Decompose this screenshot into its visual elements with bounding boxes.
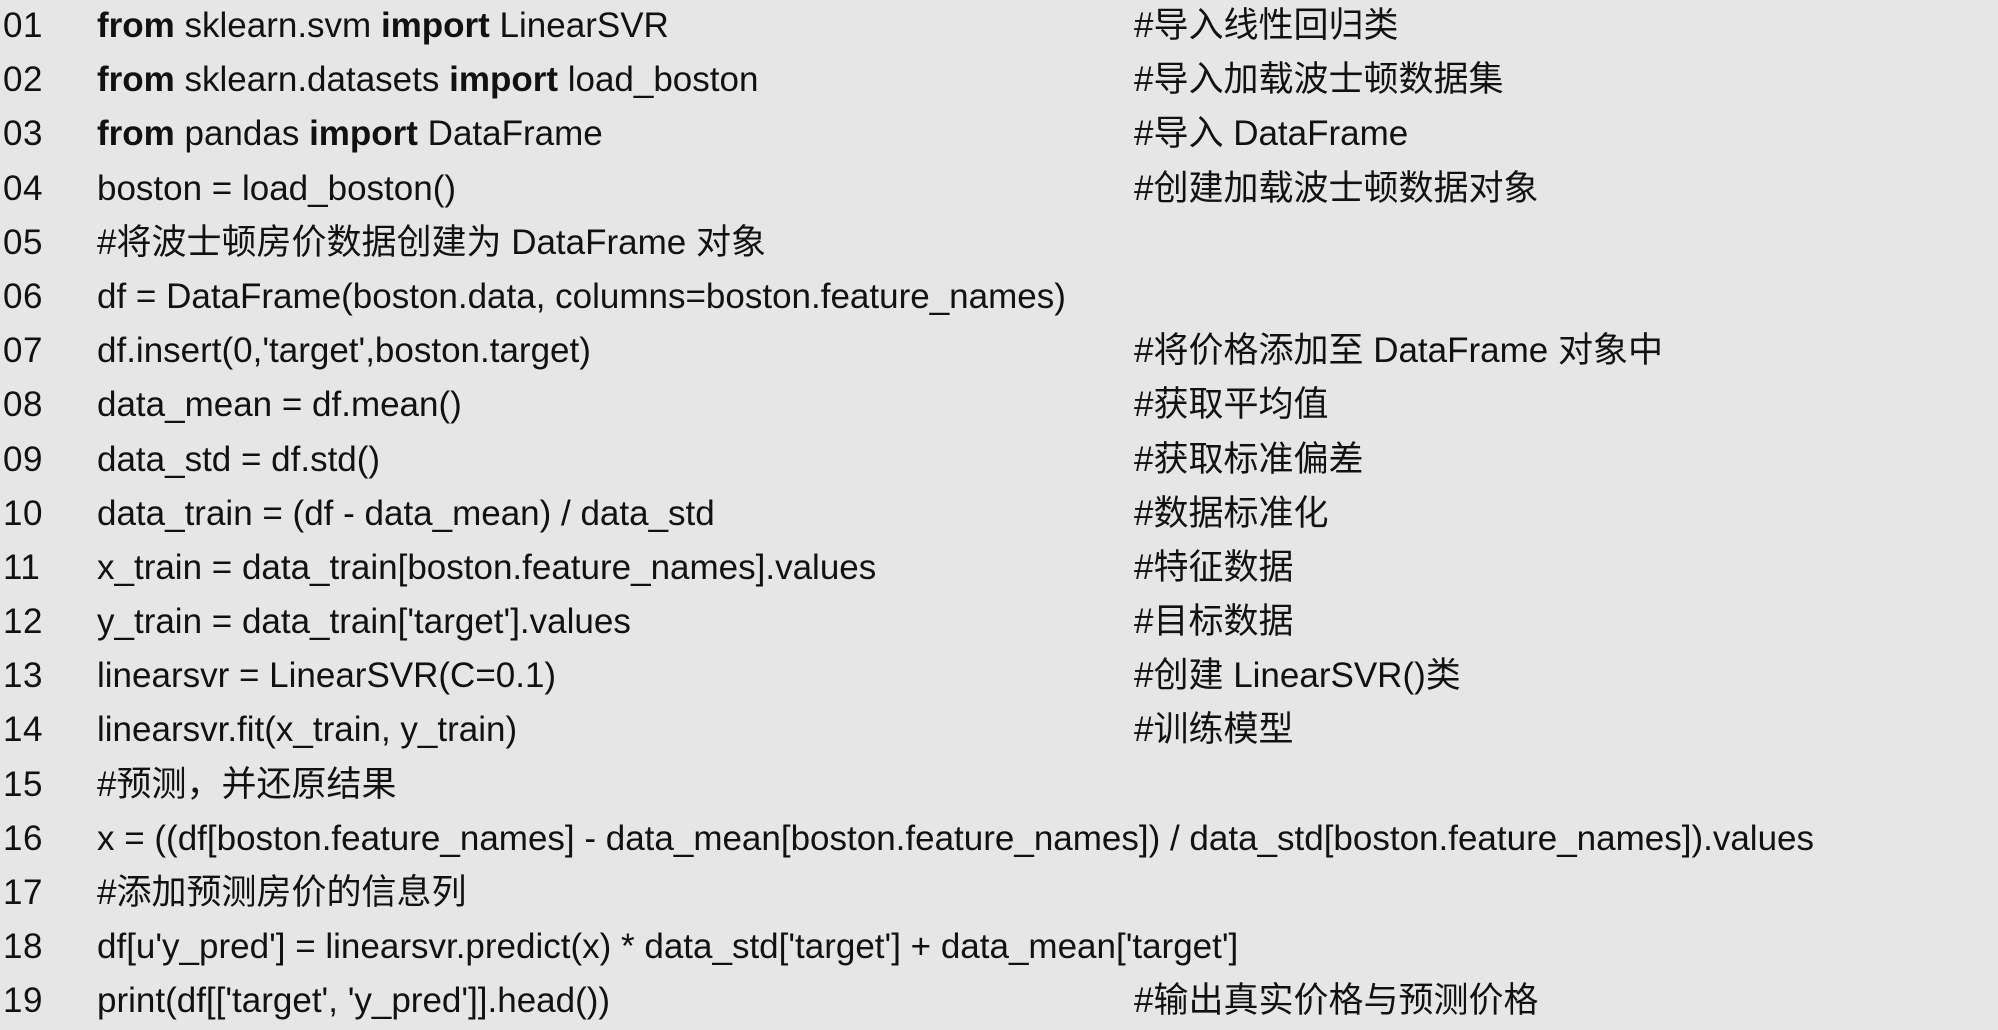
code-comment: #创建加载波士顿数据对象 [1134, 168, 1539, 208]
line-number: 04 [3, 168, 43, 208]
line-number: 09 [3, 439, 43, 479]
keyword: from [97, 6, 175, 45]
code-comment: #特征数据 [1134, 547, 1294, 587]
line-number: 12 [3, 602, 43, 642]
code-line: 17 #添加预测房价的信息列 [0, 867, 1998, 921]
line-number: 19 [3, 981, 43, 1021]
code-comment: #将价格添加至 DataFrame 对象中 [1134, 331, 1663, 371]
code-segment: DataFrame [417, 114, 603, 154]
code-line: 04 boston = load_boston() #创建加载波士顿数据对象 [0, 163, 1998, 217]
code-line: 07 df.insert(0,'target',boston.target) #将价… [0, 325, 1998, 379]
line-number: 03 [3, 114, 43, 154]
line-number: 17 [3, 873, 43, 912]
line-number: 07 [3, 331, 43, 371]
code-line: 13 linearsvr = LinearSVR(C=0.1) #创建 Linear… [0, 650, 1998, 704]
code-segment: data_std = df.std() [97, 439, 381, 479]
code-line: 09 data_std = df.std() #获取标准偏差 [0, 434, 1998, 488]
line-number: 18 [3, 927, 43, 967]
code-text: #将波士顿房价数据创建为 DataFrame 对象 [97, 223, 766, 263]
code-line: 03 from pandas import DataFrame #导入 DataFr… [0, 108, 1998, 162]
code-text: data_mean = df.mean() [97, 385, 462, 425]
code-segment: #将波士顿房价数据创建为 DataFrame 对象 [97, 222, 766, 262]
code-segment: linearsvr = LinearSVR(C=0.1) [97, 656, 557, 696]
code-comment: #数据标准化 [1134, 493, 1329, 533]
code-segment: pandas [174, 114, 310, 154]
keyword: from [97, 114, 175, 154]
line-number: 08 [3, 385, 43, 425]
line-number: 05 [3, 222, 43, 262]
code-line: 11 x_train = data_train[boston.feature_na… [0, 542, 1998, 596]
code-text: #预测，并还原结果 [97, 765, 396, 805]
code-segment: y_train = data_train['target'].values [97, 602, 631, 642]
code-line: 15 #预测，并还原结果 [0, 759, 1998, 813]
code-text: y_train = data_train['target'].values [97, 602, 631, 642]
keyword: from [97, 60, 175, 100]
line-number: 11 [3, 547, 41, 587]
line-number: 15 [3, 764, 43, 804]
code-line: 14 linearsvr.fit(x_train, y_train) #训练模型 [0, 704, 1998, 758]
line-number: 16 [3, 818, 43, 858]
code-segment: boston = load_boston() [97, 168, 457, 208]
code-comment: #创建 LinearSVR()类 [1134, 656, 1461, 696]
code-text: df = DataFrame(boston.data, columns=bost… [97, 277, 1066, 317]
code-text: x = ((df[boston.feature_names] - data_me… [97, 819, 1814, 859]
line-number: 13 [3, 656, 43, 696]
line-number: 02 [3, 60, 43, 100]
code-text: from pandas import DataFrame [97, 114, 603, 154]
code-comment: #导入 DataFrame [1134, 114, 1409, 154]
code-line: 16 x = ((df[boston.feature_names] - data_… [0, 813, 1998, 867]
code-text: linearsvr = LinearSVR(C=0.1) [97, 656, 556, 696]
code-segment: sklearn.datasets [174, 60, 450, 100]
code-text: data_train = (df - data_mean) / data_std [97, 494, 715, 534]
code-comment: #训练模型 [1134, 710, 1294, 750]
code-line: 10 data_train = (df - data_mean) / data_s… [0, 488, 1998, 542]
keyword: import [449, 60, 558, 100]
code-text: #添加预测房价的信息列 [97, 873, 466, 913]
code-text: x_train = data_train[boston.feature_name… [97, 548, 876, 588]
code-segment: #添加预测房价的信息列 [97, 873, 467, 912]
code-line: 06 df = DataFrame(boston.data, columns=bo… [0, 271, 1998, 325]
code-segment: sklearn.svm [174, 6, 381, 45]
code-line: 18 df[u'y_pred'] = linearsvr.predict(x) *… [0, 921, 1998, 975]
code-segment: df.insert(0,'target',boston.target) [97, 331, 591, 371]
code-comment: #导入线性回归类 [1134, 6, 1399, 45]
keyword: import [309, 114, 418, 154]
code-comment: #获取平均值 [1134, 385, 1329, 425]
code-line: 19 print(df[['target', 'y_pred']].head())… [0, 975, 1998, 1029]
code-segment: LinearSVR [489, 6, 669, 45]
code-line: 08 data_mean = df.mean() #获取平均值 [0, 379, 1998, 433]
code-text: from sklearn.datasets import load_boston [97, 60, 758, 100]
keyword: import [380, 6, 490, 45]
code-segment: df[u'y_pred'] = linearsvr.predict(x) * d… [97, 927, 1239, 967]
line-number: 14 [3, 710, 43, 750]
code-comment: #获取标准偏差 [1134, 439, 1364, 479]
code-comment: #输出真实价格与预测价格 [1134, 981, 1539, 1021]
code-text: print(df[['target', 'y_pred']].head()) [97, 981, 610, 1021]
code-line: 02 from sklearn.datasets import load_bost… [0, 54, 1998, 108]
line-number: 10 [3, 493, 43, 533]
code-comment: #导入加载波士顿数据集 [1134, 60, 1504, 100]
code-text: df.insert(0,'target',boston.target) [97, 331, 591, 371]
code-segment: #预测，并还原结果 [97, 764, 397, 804]
code-line: 01 from sklearn.svm import LinearSVR #导入线性… [0, 0, 1998, 54]
code-segment: x = ((df[boston.feature_names] - data_me… [97, 818, 1814, 858]
code-line: 12 y_train = data_train['target'].values #… [0, 596, 1998, 650]
code-segment: df = DataFrame(boston.data, columns=bost… [97, 276, 1066, 316]
line-number: 06 [3, 276, 43, 316]
code-text: df[u'y_pred'] = linearsvr.predict(x) * d… [97, 927, 1238, 967]
code-text: linearsvr.fit(x_train, y_train) [97, 710, 517, 750]
line-number: 01 [3, 6, 43, 45]
code-text: data_std = df.std() [97, 440, 380, 480]
code-segment: data_train = (df - data_mean) / data_std [97, 493, 715, 533]
code-line: 05 #将波士顿房价数据创建为 DataFrame 对象 [0, 217, 1998, 271]
code-text: from sklearn.svm import LinearSVR [97, 6, 669, 46]
code-listing: 01 from sklearn.svm import LinearSVR #导入线性… [0, 0, 1998, 1024]
code-segment: x_train = data_train[boston.feature_name… [97, 547, 877, 587]
code-segment: load_boston [557, 60, 759, 100]
code-segment: print(df[['target', 'y_pred']].head()) [97, 981, 611, 1021]
code-segment: data_mean = df.mean() [97, 385, 462, 425]
code-segment: linearsvr.fit(x_train, y_train) [97, 710, 518, 750]
code-comment: #目标数据 [1134, 602, 1294, 642]
code-text: boston = load_boston() [97, 169, 456, 209]
